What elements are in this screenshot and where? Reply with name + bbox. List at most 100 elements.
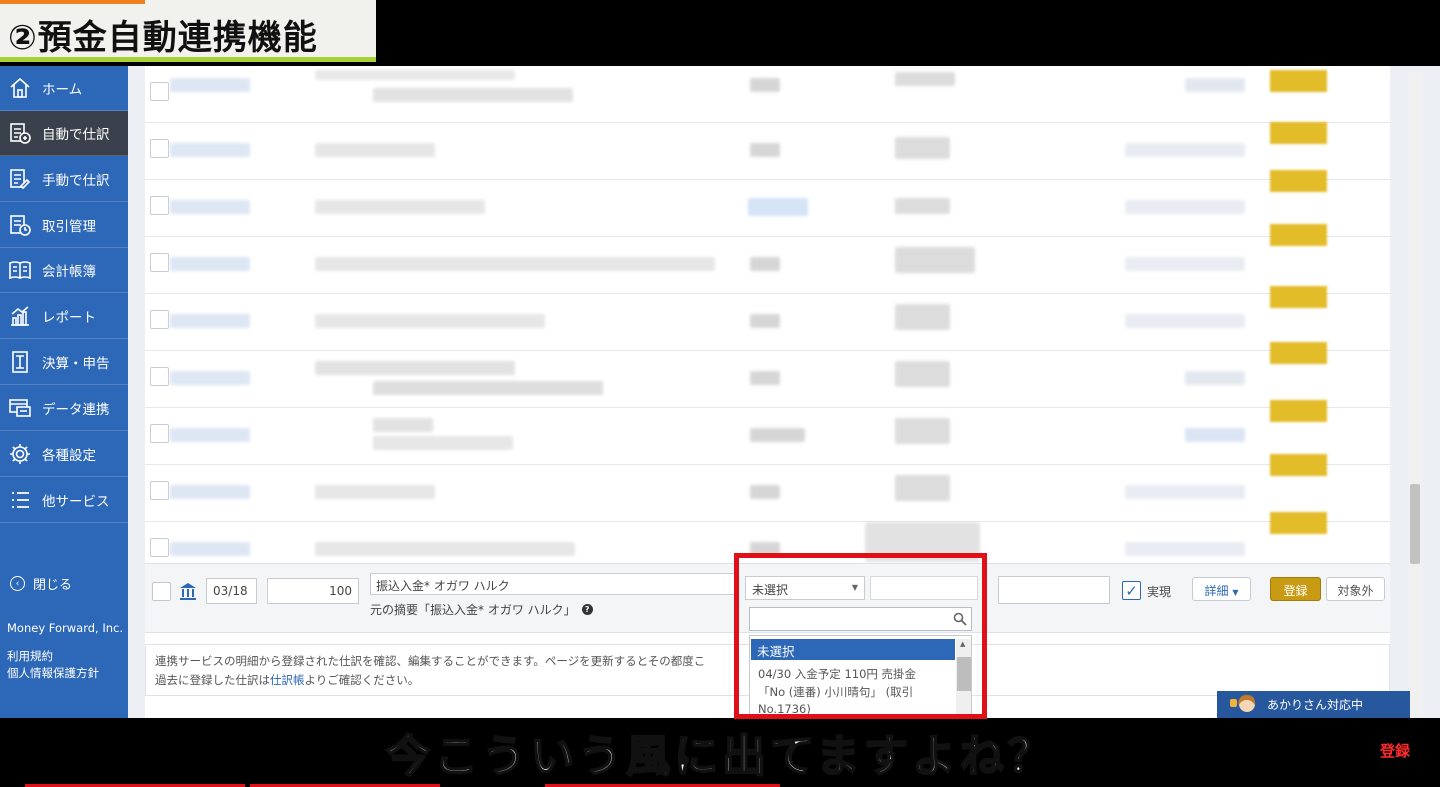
- app-window: ホーム 自動で仕訳 手動で仕訳 取引管理 会計帳簿 レポート 決算・申告 データ…: [0, 66, 1440, 718]
- tax-field[interactable]: [998, 576, 1110, 604]
- jitsugen-checkbox[interactable]: ✓: [1122, 581, 1141, 600]
- settlement-icon: [7, 349, 33, 375]
- sidebar-item-home[interactable]: ホーム: [0, 66, 128, 111]
- blurred-cell: [1125, 542, 1245, 556]
- sidebar-item-label: ホーム: [42, 82, 83, 98]
- table-row[interactable]: [145, 66, 1390, 123]
- register-button-blurred[interactable]: [1270, 170, 1327, 192]
- company-name: Money Forward, Inc.: [7, 621, 123, 635]
- detail-button[interactable]: 詳細 ▼: [1192, 577, 1251, 601]
- blurred-cell: [170, 200, 250, 214]
- row-checkbox[interactable]: [150, 253, 169, 272]
- terms-link[interactable]: 利用規約: [7, 648, 53, 664]
- row-checkbox[interactable]: [150, 538, 169, 557]
- register-button-blurred[interactable]: [1270, 400, 1327, 422]
- register-button-blurred[interactable]: [1270, 454, 1327, 476]
- amount-field[interactable]: 100: [267, 578, 359, 604]
- register-button-blurred[interactable]: [1270, 224, 1327, 246]
- sidebar: ホーム 自動で仕訳 手動で仕訳 取引管理 会計帳簿 レポート 決算・申告 データ…: [0, 66, 128, 718]
- table-row[interactable]: [145, 351, 1390, 408]
- sidebar-close-label: 閉じる: [33, 578, 73, 593]
- blurred-cell: [1125, 200, 1245, 214]
- help-icon[interactable]: ?: [581, 604, 593, 615]
- entry-checkbox[interactable]: [152, 582, 171, 601]
- register-button-blurred[interactable]: [1270, 342, 1327, 364]
- sidebar-item-report[interactable]: レポート: [0, 294, 128, 339]
- row-checkbox[interactable]: [150, 196, 169, 215]
- blurred-cell: [170, 143, 250, 157]
- register-button[interactable]: 登録: [1270, 577, 1321, 601]
- sidebar-item-transactions[interactable]: 取引管理: [0, 203, 128, 248]
- memo-field[interactable]: 振込入金* オガワ ハルク: [370, 573, 735, 595]
- blurred-cell: [315, 314, 545, 328]
- video-caption: 今こういう風に出てますよね？: [385, 730, 1056, 783]
- blurred-cell: [170, 485, 250, 499]
- page-scrollbar-thumb[interactable]: [1410, 484, 1420, 564]
- original-memo: 元の摘要「振込入金* オガワ ハルク」 ?: [370, 601, 593, 618]
- table-row[interactable]: [145, 123, 1390, 180]
- blurred-cell: [1185, 428, 1245, 442]
- sidebar-item-manual-journal[interactable]: 手動で仕訳: [0, 157, 128, 202]
- blurred-cell: [170, 314, 250, 328]
- blurred-cell: [750, 371, 780, 385]
- info-line-1: 連携サービスの明細から登録された仕訳を確認、編集することができます。ページを更新…: [155, 654, 706, 668]
- detail-button-label: 詳細: [1204, 584, 1229, 598]
- sidebar-item-label: 自動で仕訳: [42, 127, 110, 143]
- blurred-cell: [315, 143, 435, 157]
- row-checkbox[interactable]: [150, 310, 169, 329]
- auto-journal-icon: [7, 120, 33, 146]
- sidebar-close-button[interactable]: ‹ 閉じる: [10, 574, 72, 593]
- blurred-cell: [373, 436, 513, 450]
- row-checkbox[interactable]: [150, 481, 169, 500]
- sidebar-item-auto-journal[interactable]: 自動で仕訳: [0, 111, 128, 156]
- info-line-2-prefix: 過去に登録した仕訳は: [155, 673, 270, 687]
- blurred-cell: [170, 428, 250, 442]
- blurred-cell: [315, 485, 435, 499]
- sidebar-item-settings[interactable]: 各種設定: [0, 432, 128, 477]
- video-title-box: ②預金自動連携機能: [0, 0, 376, 62]
- journal-book-link[interactable]: 仕訳帳: [270, 673, 305, 687]
- register-button-blurred[interactable]: [1270, 286, 1327, 308]
- blurred-cell: [1185, 371, 1245, 385]
- register-button-blurred[interactable]: [1270, 70, 1327, 92]
- table-row[interactable]: [145, 465, 1390, 522]
- sidebar-item-data-link[interactable]: データ連携: [0, 386, 128, 431]
- date-field[interactable]: 03/18: [206, 578, 257, 604]
- table-row[interactable]: [145, 180, 1390, 237]
- blurred-cell: [895, 361, 950, 387]
- bank-icon: [180, 583, 196, 600]
- sidebar-item-other-services[interactable]: 他サービス: [0, 478, 128, 523]
- blurred-cell: [1125, 257, 1245, 271]
- blurred-cell: [315, 542, 575, 556]
- blurred-cell: [895, 304, 950, 330]
- privacy-link[interactable]: 個人情報保護方針: [7, 665, 99, 681]
- chat-label: あかりさん対応中: [1267, 698, 1364, 712]
- row-checkbox[interactable]: [150, 424, 169, 443]
- exclude-button[interactable]: 対象外: [1326, 577, 1385, 601]
- blurred-cell: [895, 247, 975, 273]
- video-title: ②預金自動連携機能: [8, 18, 318, 58]
- subscribe-badge[interactable]: 登録: [1380, 740, 1410, 761]
- row-checkbox[interactable]: [150, 139, 169, 158]
- blurred-cell: [895, 198, 950, 214]
- blurred-cell: [315, 361, 515, 375]
- support-avatar-icon: [1230, 694, 1256, 712]
- row-checkbox[interactable]: [150, 367, 169, 386]
- blurred-cell: [315, 257, 715, 271]
- table-row[interactable]: [145, 408, 1390, 465]
- page-scrollbar[interactable]: [1408, 72, 1422, 716]
- sidebar-item-label: 手動で仕訳: [42, 173, 110, 189]
- table-row[interactable]: [145, 294, 1390, 351]
- blurred-cell: [895, 475, 950, 501]
- highlight-frame: [734, 553, 987, 719]
- register-button-blurred[interactable]: [1270, 122, 1327, 144]
- sidebar-item-settlement[interactable]: 決算・申告: [0, 340, 128, 385]
- blurred-cell: [373, 88, 573, 102]
- register-button-blurred[interactable]: [1270, 512, 1327, 534]
- row-checkbox[interactable]: [150, 82, 169, 101]
- sidebar-item-ledger[interactable]: 会計帳簿: [0, 248, 128, 293]
- data-link-icon: [7, 395, 33, 421]
- table-row[interactable]: [145, 237, 1390, 294]
- chat-support-widget[interactable]: あかりさん対応中: [1217, 691, 1410, 718]
- sidebar-item-label: 他サービス: [42, 494, 110, 510]
